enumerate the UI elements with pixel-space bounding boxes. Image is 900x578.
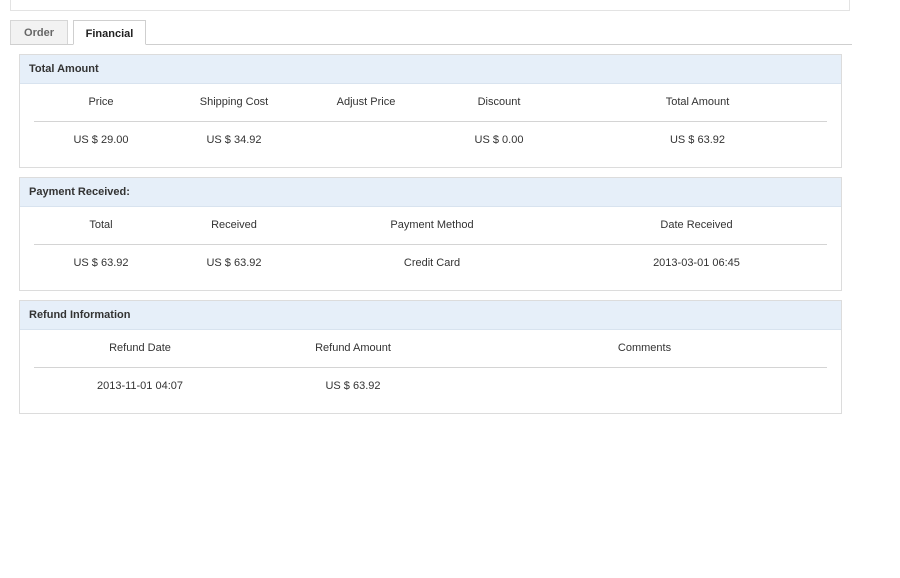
payment-received-table: Total Received Payment Method Date Recei… <box>34 207 827 282</box>
value-refund-amount: US $ 63.92 <box>325 380 381 392</box>
table-row: US $ 63.92 US $ 63.92 Credit Card 2013-0… <box>34 245 827 282</box>
value-price: US $ 29.00 <box>73 134 129 146</box>
header-total: Total <box>89 219 113 231</box>
header-shipping-cost: Shipping Cost <box>199 96 269 108</box>
header-date-received: Date Received <box>660 219 733 231</box>
value-discount: US $ 0.00 <box>474 134 524 146</box>
value-adjust-price <box>300 122 432 159</box>
total-amount-title: Total Amount <box>20 55 841 84</box>
table-row: 2013-11-01 04:07 US $ 63.92 <box>34 368 827 405</box>
value-total-amount: US $ 63.92 <box>669 134 726 146</box>
header-adjust-price: Adjust Price <box>336 96 396 108</box>
tab-order[interactable]: Order <box>10 20 68 44</box>
top-container-edge <box>10 0 850 11</box>
value-shipping-cost: US $ 34.92 <box>206 134 262 146</box>
header-received: Received <box>211 219 257 231</box>
refund-information-panel: Refund Information Refund Date Refund Am… <box>19 300 842 414</box>
tab-financial[interactable]: Financial <box>73 20 146 45</box>
value-comments <box>460 368 829 405</box>
header-comments: Comments <box>617 342 672 354</box>
value-date-received: 2013-03-01 06:45 <box>653 257 740 269</box>
header-price: Price <box>88 96 114 108</box>
table-row: US $ 29.00 US $ 34.92 US $ 0.00 US $ 63.… <box>34 122 827 159</box>
table-header-row: Total Received Payment Method Date Recei… <box>34 207 827 245</box>
value-received: US $ 63.92 <box>206 257 262 269</box>
refund-information-table: Refund Date Refund Amount Comments 2013-… <box>34 330 827 405</box>
value-refund-date: 2013-11-01 04:07 <box>96 380 184 392</box>
header-refund-date: Refund Date <box>109 342 171 354</box>
payment-received-title: Payment Received: <box>20 178 841 207</box>
tab-bar: Order Financial <box>10 20 852 45</box>
payment-received-panel: Payment Received: Total Received Payment… <box>19 177 842 291</box>
refund-information-title: Refund Information <box>20 301 841 330</box>
header-refund-amount: Refund Amount <box>315 342 391 354</box>
total-amount-panel: Total Amount Price Shipping Cost Adjust … <box>19 54 842 168</box>
value-total: US $ 63.92 <box>73 257 129 269</box>
header-discount: Discount <box>477 96 521 108</box>
table-header-row: Price Shipping Cost Adjust Price Discoun… <box>34 84 827 122</box>
header-payment-method: Payment Method <box>390 219 474 231</box>
table-header-row: Refund Date Refund Amount Comments <box>34 330 827 368</box>
value-payment-method: Credit Card <box>403 257 461 269</box>
header-total-amount: Total Amount <box>665 96 730 108</box>
total-amount-table: Price Shipping Cost Adjust Price Discoun… <box>34 84 827 159</box>
